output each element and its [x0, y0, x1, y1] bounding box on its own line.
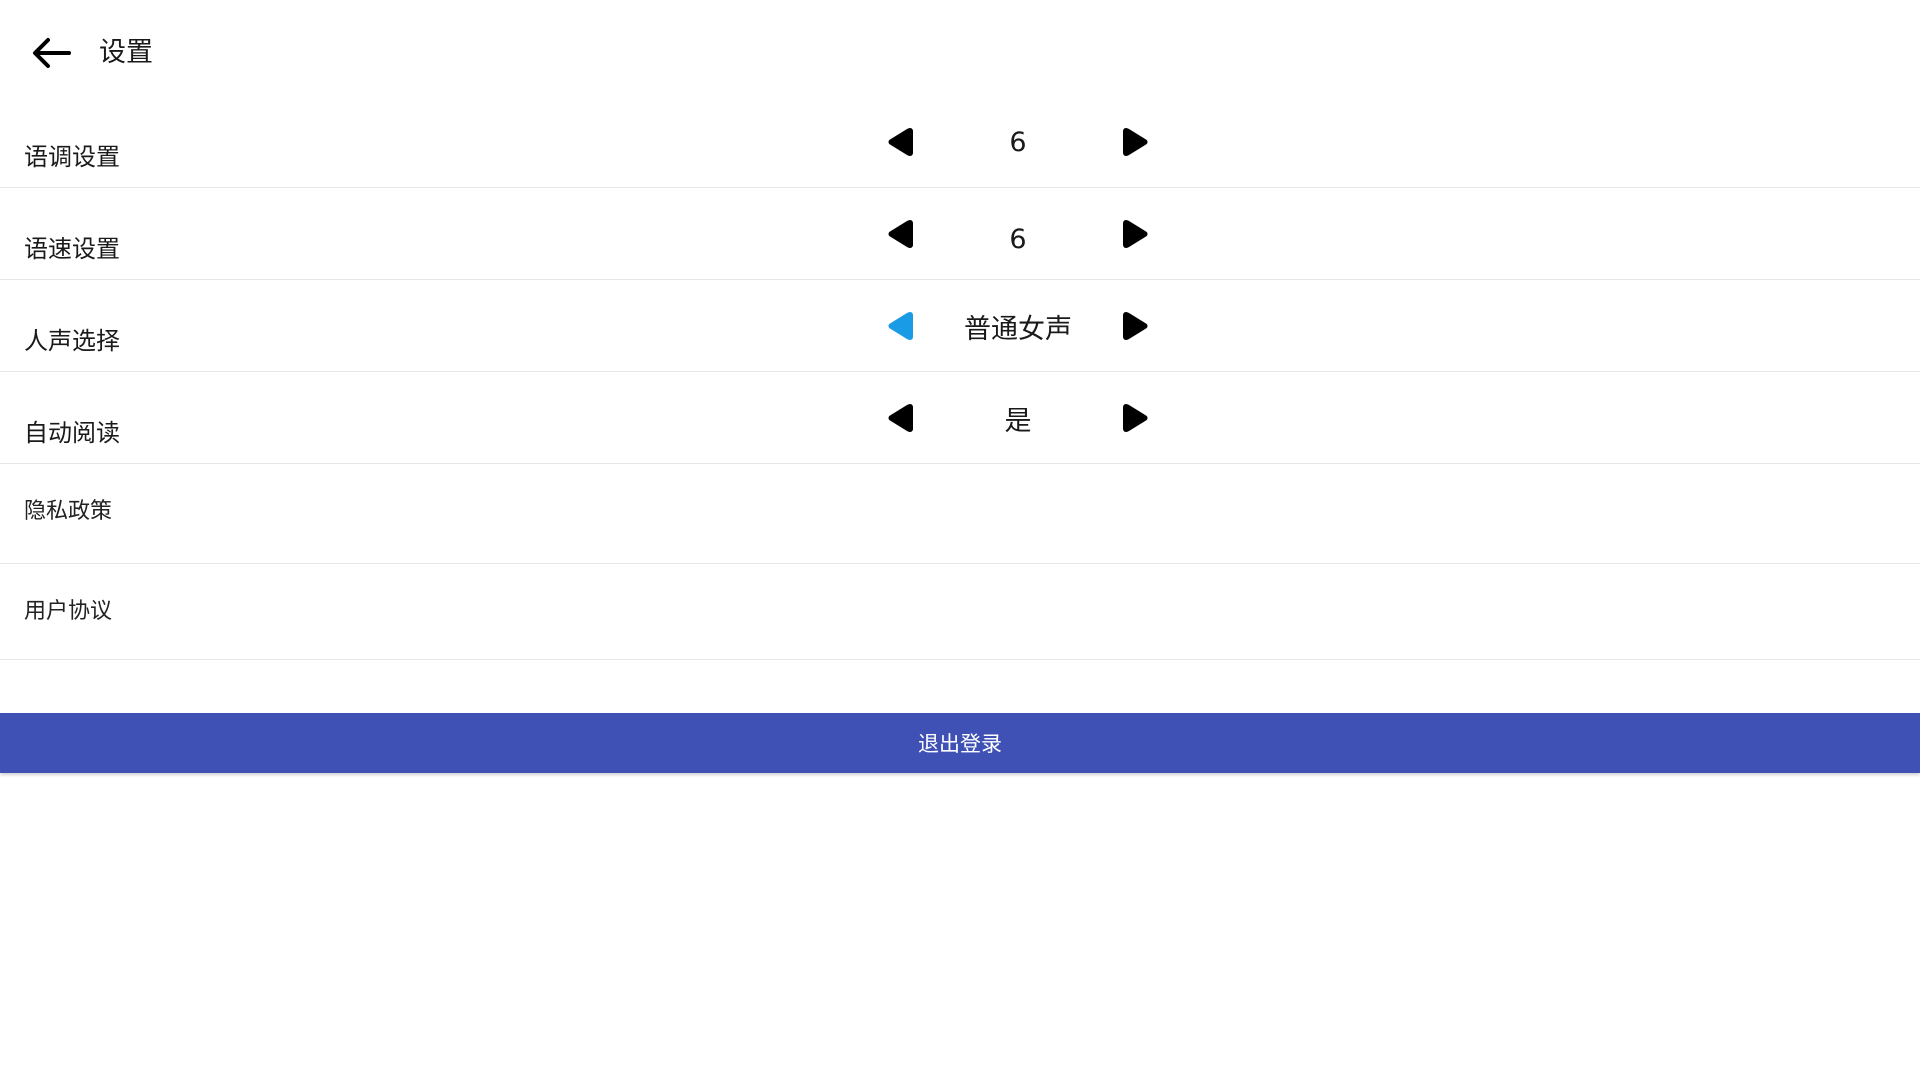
setting-row-tone: 语调设置 6 — [0, 96, 1920, 188]
voice-previous-button[interactable] — [880, 300, 920, 352]
voice-value: 普通女声 — [964, 313, 1072, 345]
speed-stepper: 6 — [880, 208, 1156, 260]
triangle-right-icon — [1123, 220, 1148, 248]
triangle-right-icon — [1123, 312, 1148, 340]
speed-value: 6 — [1009, 223, 1027, 255]
triangle-left-icon — [888, 220, 913, 248]
page-title: 设置 — [99, 37, 153, 68]
setting-label: 语速设置 — [24, 235, 120, 263]
back-button[interactable] — [24, 30, 78, 76]
auto-read-stepper: 是 — [880, 392, 1156, 444]
auto-read-next-button[interactable] — [1116, 392, 1156, 444]
triangle-right-icon — [1123, 404, 1148, 432]
tone-decrease-button[interactable] — [880, 116, 920, 168]
auto-read-value: 是 — [1004, 405, 1032, 437]
triangle-left-icon — [888, 128, 913, 156]
tone-value: 6 — [1009, 126, 1027, 158]
auto-read-previous-button[interactable] — [880, 392, 920, 444]
privacy-policy-link[interactable]: 隐私政策 — [0, 464, 1920, 564]
setting-label: 人声选择 — [24, 327, 120, 355]
setting-label: 自动阅读 — [24, 419, 120, 447]
tone-stepper: 6 — [880, 116, 1156, 168]
link-label: 用户协议 — [24, 599, 113, 624]
logout-label: 退出登录 — [918, 732, 1002, 756]
voice-next-button[interactable] — [1116, 300, 1156, 352]
setting-row-speed: 语速设置 6 — [0, 188, 1920, 280]
triangle-left-icon — [888, 404, 913, 432]
tone-increase-button[interactable] — [1116, 116, 1156, 168]
triangle-left-icon — [888, 312, 913, 340]
voice-stepper: 普通女声 — [880, 300, 1156, 352]
speed-increase-button[interactable] — [1116, 208, 1156, 260]
setting-row-auto-read: 自动阅读 是 — [0, 372, 1920, 464]
triangle-right-icon — [1123, 128, 1148, 156]
link-label: 隐私政策 — [24, 499, 113, 524]
setting-row-voice: 人声选择 普通女声 — [0, 280, 1920, 372]
arrow-left-icon — [33, 38, 71, 68]
settings-page: 设置 语调设置 6 语速设置 6 人声选择 普通女声 自动阅读 是 隐私政策 用… — [0, 0, 1920, 1080]
speed-decrease-button[interactable] — [880, 208, 920, 260]
logout-button[interactable]: 退出登录 — [0, 713, 1920, 773]
header: 设置 — [0, 0, 1920, 106]
user-agreement-link[interactable]: 用户协议 — [0, 564, 1920, 660]
setting-label: 语调设置 — [24, 143, 120, 171]
